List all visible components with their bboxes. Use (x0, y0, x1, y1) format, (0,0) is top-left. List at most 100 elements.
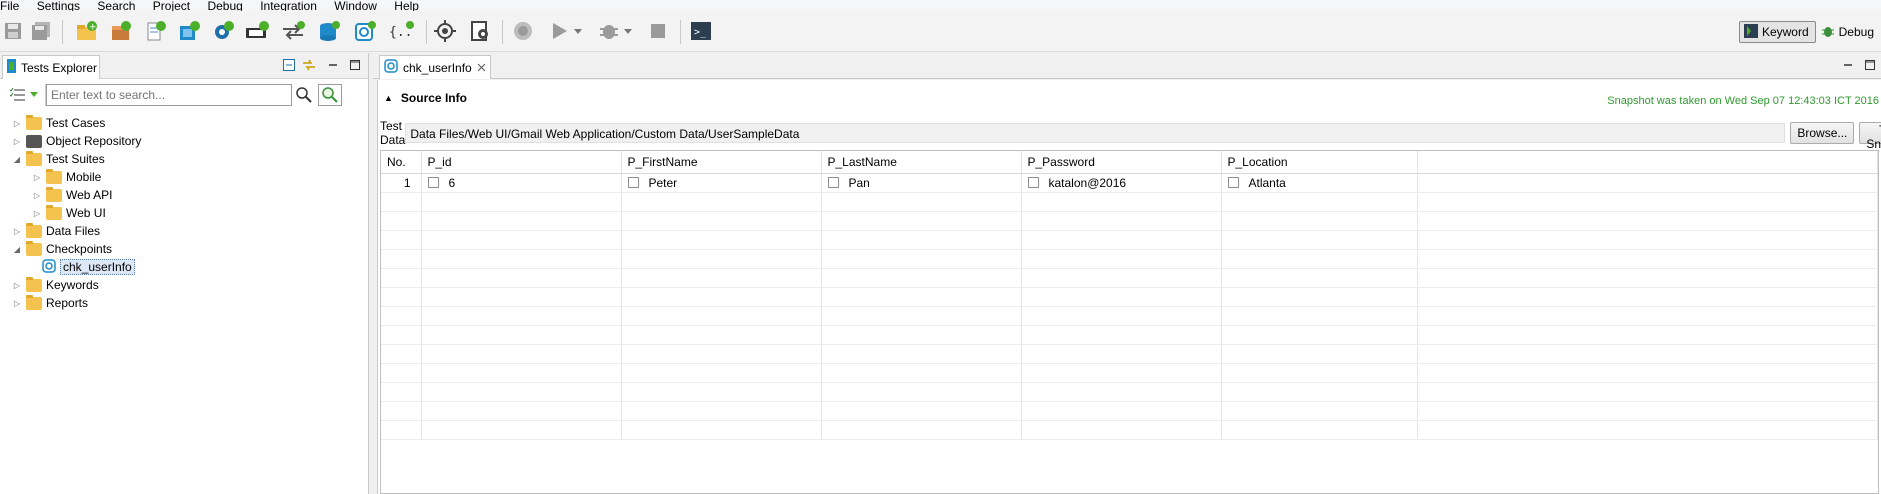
expand-arrow-icon[interactable]: ▷ (12, 137, 22, 146)
menu-window[interactable]: Window (334, 0, 377, 11)
expand-arrow-icon[interactable]: ▷ (32, 209, 42, 218)
maximize-icon[interactable] (1863, 58, 1877, 72)
new-checkpoint-icon[interactable] (352, 18, 378, 44)
terminal-icon[interactable]: >_ (688, 18, 714, 44)
filter-button[interactable] (2, 84, 46, 106)
keyword-perspective-button[interactable]: Keyword (1738, 21, 1816, 43)
column-header[interactable]: P_FirstName (621, 151, 822, 174)
record-web-icon[interactable] (467, 18, 493, 44)
new-custom-keyword-icon[interactable]: {..} (388, 18, 414, 44)
cell-value: Pan (848, 175, 870, 190)
tree-node-object-repository[interactable]: ▷ Object Repository (12, 133, 141, 149)
menu-debug[interactable]: Debug (207, 0, 242, 11)
cell-checkbox[interactable] (1027, 176, 1039, 188)
spy-web-icon[interactable] (432, 18, 458, 44)
maximize-icon[interactable] (348, 58, 362, 72)
tree-node-keywords[interactable]: ▷ Keywords (12, 276, 99, 293)
table-row[interactable]: 1 6 Peter Pan katalon@2016 Atlanta (381, 173, 1878, 193)
close-icon[interactable] (477, 61, 486, 75)
collapse-triangle-icon[interactable]: ▲ (384, 93, 393, 103)
debug-perspective-button[interactable]: Debug (1816, 21, 1881, 43)
expand-arrow-icon[interactable]: ▷ (12, 227, 22, 236)
link-with-editor-icon[interactable] (302, 58, 316, 72)
new-package-icon[interactable] (108, 18, 134, 44)
expand-arrow-icon[interactable]: ▷ (12, 119, 22, 128)
checkpoint-icon (384, 59, 398, 76)
collapse-arrow-icon[interactable]: ◢ (12, 155, 22, 164)
tree-node-label: Reports (46, 296, 89, 310)
debug-icon[interactable] (596, 18, 622, 44)
explorer-search-input[interactable] (46, 84, 292, 106)
object-repository-icon (26, 134, 42, 148)
cell-checkbox[interactable] (627, 176, 639, 188)
menu-file[interactable]: File (0, 0, 19, 11)
tree-node-checkpoints[interactable]: ◢ Checkpoints (12, 240, 112, 257)
tree-node-label: Test Suites (46, 152, 105, 166)
tab-chk-userinfo[interactable]: chk_userInfo (379, 55, 491, 79)
source-info-header[interactable]: ▲ Source Info (384, 90, 467, 106)
keyword-perspective-label: Keyword (1761, 25, 1809, 39)
table-header-row: No. P_id P_FirstName P_LastName P_Passwo… (381, 151, 1878, 174)
expand-arrow-icon[interactable]: ▷ (12, 281, 22, 290)
table-row-empty (381, 230, 1878, 250)
expand-arrow-icon[interactable]: ▷ (32, 191, 42, 200)
tree-node-reports[interactable]: ▷ Reports (12, 294, 89, 311)
tree-node-data-files[interactable]: ▷ Data Files (12, 222, 100, 239)
keyword-perspective-icon (1743, 23, 1758, 41)
tab-tests-explorer[interactable]: Tests Explorer (2, 55, 100, 79)
menu-search[interactable]: Search (97, 0, 135, 11)
table-cell[interactable]: 6 (421, 173, 622, 193)
tree-node-test-suites[interactable]: ◢ Test Suites (12, 150, 105, 167)
advanced-search-icon[interactable] (318, 84, 342, 106)
new-keyword-icon[interactable] (210, 18, 236, 44)
new-test-object-icon[interactable] (176, 18, 202, 44)
collapse-all-icon[interactable] (282, 58, 296, 72)
search-icon[interactable] (292, 84, 316, 106)
expand-arrow-icon[interactable]: ▷ (32, 173, 42, 182)
tree-node-test-cases[interactable]: ▷ Test Cases (12, 114, 105, 131)
stop-icon[interactable] (645, 18, 671, 44)
table-cell[interactable]: Atlanta (1221, 173, 1418, 193)
svg-text:>_: >_ (694, 27, 707, 38)
new-test-suite-icon[interactable] (244, 18, 270, 44)
menu-project[interactable]: Project (153, 0, 190, 11)
table-cell[interactable]: Peter (621, 173, 822, 193)
column-header[interactable]: P_Location (1221, 151, 1418, 174)
cell-checkbox[interactable] (827, 176, 839, 188)
tree-node-chk-userinfo[interactable]: chk_userInfo (42, 258, 135, 275)
table-row-empty (381, 249, 1878, 269)
table-cell[interactable]: Pan (821, 173, 1022, 193)
column-header[interactable]: No. (381, 151, 422, 174)
tests-explorer-title: Tests Explorer (21, 60, 98, 75)
column-header[interactable]: P_LastName (821, 151, 1022, 174)
column-header[interactable]: P_Password (1021, 151, 1222, 174)
run-dropdown-icon[interactable] (572, 18, 584, 44)
new-test-suite-collection-icon[interactable] (280, 18, 306, 44)
cell-checkbox[interactable] (427, 176, 439, 188)
minimize-icon[interactable] (326, 58, 340, 72)
new-folder-icon[interactable]: + (74, 18, 100, 44)
save-all-icon[interactable] (28, 18, 54, 44)
table-cell[interactable]: katalon@2016 (1021, 173, 1222, 193)
tree-node-web-ui[interactable]: ▷ Web UI (32, 204, 106, 221)
tree-node-mobile[interactable]: ▷ Mobile (32, 168, 101, 185)
cell-checkbox[interactable] (1227, 176, 1239, 188)
column-header[interactable]: P_id (421, 151, 622, 174)
run-icon[interactable] (546, 18, 572, 44)
new-test-data-icon[interactable] (316, 18, 342, 44)
cell-value: Atlanta (1248, 175, 1286, 190)
save-icon[interactable] (0, 18, 26, 44)
tree-node-web-api[interactable]: ▷ Web API (32, 186, 112, 203)
stop-recording-icon[interactable] (510, 18, 536, 44)
menu-help[interactable]: Help (394, 0, 419, 11)
perspective-switcher: Keyword Debug (1738, 20, 1881, 44)
new-test-case-icon[interactable] (142, 18, 168, 44)
browse-button[interactable]: Browse... (1790, 122, 1855, 144)
menu-settings[interactable]: Settings (37, 0, 80, 11)
menu-integration[interactable]: Integration (260, 0, 317, 11)
collapse-arrow-icon[interactable]: ◢ (12, 245, 22, 254)
debug-dropdown-icon[interactable] (622, 18, 634, 44)
minimize-icon[interactable] (1841, 58, 1855, 72)
take-snapshot-button[interactable]: Take Snapshot (1859, 122, 1881, 151)
expand-arrow-icon[interactable]: ▷ (12, 299, 22, 308)
